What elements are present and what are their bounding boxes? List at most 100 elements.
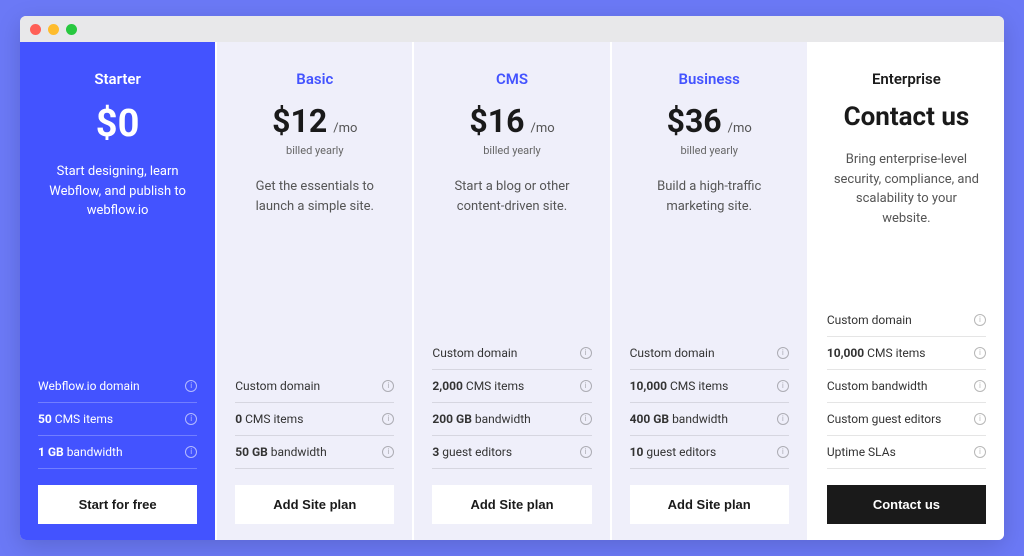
feature-bold: 10 [630, 445, 644, 459]
plan-column-starter: Starter$0Start designing, learn Webflow,… [20, 42, 215, 540]
plan-billing-note: billed yearly [235, 144, 394, 157]
feature-bold: 10,000 [827, 346, 864, 360]
feature-label: guest editors [439, 445, 512, 459]
feature-text: 3 guest editors [432, 445, 512, 459]
feature-label: bandwidth [268, 445, 327, 459]
plan-features: Webflow.io domaini50 CMS itemsi1 GB band… [38, 370, 197, 469]
plan-features: Custom domaini2,000 CMS itemsi200 GB ban… [432, 337, 591, 469]
feature-label: Custom domain [827, 313, 912, 327]
plan-billing-note: billed yearly [630, 144, 789, 157]
plan-feature: 10,000 CMS items i [827, 337, 986, 370]
plan-description: Start designing, learn Webflow, and publ… [38, 162, 197, 221]
feature-label: Custom guest editors [827, 412, 942, 426]
close-icon[interactable] [30, 24, 41, 35]
info-icon[interactable]: i [382, 413, 394, 425]
feature-text: Custom domain [235, 379, 320, 393]
info-icon[interactable]: i [974, 347, 986, 359]
feature-text: 10 guest editors [630, 445, 717, 459]
feature-text: 1 GB bandwidth [38, 445, 123, 459]
plan-feature: Custom bandwidth i [827, 370, 986, 403]
plan-feature: Custom domain i [432, 337, 591, 370]
feature-text: 400 GB bandwidth [630, 412, 728, 426]
plan-price-row: $16/mo [432, 102, 591, 140]
info-icon[interactable]: i [580, 347, 592, 359]
feature-bold: 200 GB [432, 412, 471, 426]
info-icon[interactable]: i [580, 380, 592, 392]
feature-text: 2,000 CMS items [432, 379, 524, 393]
feature-label: CMS items [242, 412, 303, 426]
plan-feature: 50 GB bandwidthi [235, 436, 394, 469]
feature-label: CMS items [52, 412, 113, 426]
feature-bold: 50 [38, 412, 52, 426]
info-icon[interactable]: i [974, 413, 986, 425]
plan-description: Bring enterprise-level security, complia… [827, 150, 986, 228]
plan-contact-label: Contact us [827, 102, 986, 132]
plan-price: $12 [272, 102, 327, 140]
plan-price: $36 [667, 102, 722, 140]
feature-label: bandwidth [64, 445, 123, 459]
info-icon[interactable]: i [777, 380, 789, 392]
feature-label: bandwidth [669, 412, 728, 426]
info-icon[interactable]: i [185, 413, 197, 425]
plan-cta-button[interactable]: Add Site plan [235, 485, 394, 524]
plan-cta-button[interactable]: Add Site plan [630, 485, 789, 524]
plan-price-row: $36/mo [630, 102, 789, 140]
plan-column-business: Business $36/mo billed yearly Build a high-… [612, 42, 807, 540]
plan-cta-button[interactable]: Start for free [38, 485, 197, 524]
info-icon[interactable]: i [580, 446, 592, 458]
feature-text: Uptime SLAs [827, 445, 896, 459]
plan-features: Custom domaini10,000 CMS itemsiCustom ba… [827, 304, 986, 469]
feature-bold: 1 GB [38, 445, 64, 459]
plan-feature: 1 GB bandwidth i [38, 436, 197, 469]
plan-price-row: $12/mo [235, 102, 394, 140]
plan-feature: 2,000 CMS items i [432, 370, 591, 403]
plan-price-row: $0 [38, 102, 197, 146]
info-icon[interactable]: i [185, 446, 197, 458]
plan-per: /mo [333, 121, 357, 136]
plan-feature: Custom domaini [630, 337, 789, 370]
info-icon[interactable]: i [777, 413, 789, 425]
feature-text: 10,000 CMS items [630, 379, 729, 393]
plan-feature: 10 guest editors i [630, 436, 789, 469]
plan-description: Start a blog or other content-driven sit… [432, 177, 591, 235]
plan-feature: Custom guest editors i [827, 403, 986, 436]
info-icon[interactable]: i [974, 446, 986, 458]
plan-cta-button[interactable]: Contact us [827, 485, 986, 524]
plan-description: Get the essentials to launch a simple si… [235, 177, 394, 235]
feature-label: Custom bandwidth [827, 379, 928, 393]
plan-column-cms: CMS$16/mobilled yearlyStart a blog or ot… [414, 42, 609, 540]
plan-features: Custom domaini10,000 CMS itemsi400 GB ba… [630, 337, 789, 469]
info-icon[interactable]: i [580, 413, 592, 425]
info-icon[interactable]: i [974, 380, 986, 392]
info-icon[interactable]: i [777, 347, 789, 359]
plan-feature: 50 CMS items i [38, 403, 197, 436]
plan-feature: Custom domain i [235, 370, 394, 403]
title-bar [20, 16, 1004, 42]
feature-text: 0 CMS items [235, 412, 303, 426]
plan-name: Basic [235, 70, 394, 88]
plan-column-basic: Basic $12/mo billed yearly Get the essentia… [217, 42, 412, 540]
info-icon[interactable]: i [185, 380, 197, 392]
info-icon[interactable]: i [382, 380, 394, 392]
info-icon[interactable]: i [974, 314, 986, 326]
plan-feature: 400 GB bandwidth i [630, 403, 789, 436]
minimize-icon[interactable] [48, 24, 59, 35]
feature-text: Custom domain [432, 346, 517, 360]
plan-column-enterprise: Enterprise Contact us Bring enterprise-lev… [809, 42, 1004, 540]
plan-per: /mo [530, 121, 554, 136]
plan-cta-button[interactable]: Add Site plan [432, 485, 591, 524]
plan-feature: 200 GB bandwidthi [432, 403, 591, 436]
plan-feature: 10,000 CMS items i [630, 370, 789, 403]
feature-text: Custom bandwidth [827, 379, 928, 393]
feature-label: Uptime SLAs [827, 445, 896, 459]
feature-label: CMS items [864, 346, 925, 360]
plan-feature: 3 guest editors i [432, 436, 591, 469]
plan-price: $16 [469, 102, 524, 140]
plan-description: Build a high-traffic marketing site. [630, 177, 789, 235]
plan-name: Enterprise [827, 70, 986, 88]
info-icon[interactable]: i [777, 446, 789, 458]
feature-label: Custom domain [432, 346, 517, 360]
plan-name: Business [630, 70, 789, 88]
info-icon[interactable]: i [382, 446, 394, 458]
maximize-icon[interactable] [66, 24, 77, 35]
